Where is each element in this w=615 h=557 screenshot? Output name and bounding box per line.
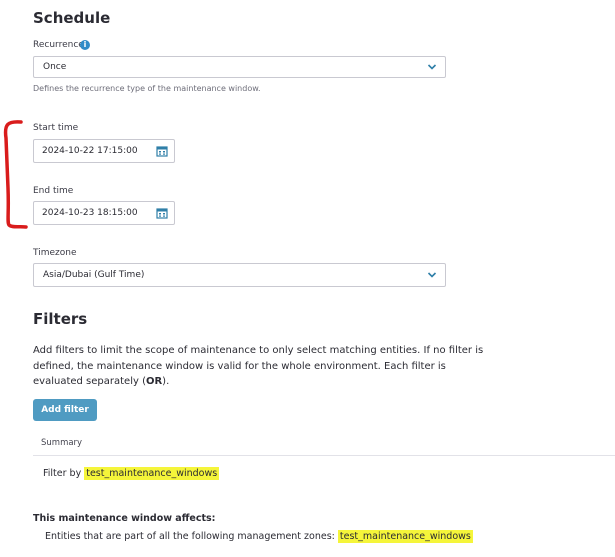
end-time-value: 2024-10-23 18:15:00 (42, 208, 138, 218)
timezone-label: Timezone (33, 248, 77, 258)
end-time-label: End time (33, 186, 74, 196)
affects-prefix: Entities that are part of all the follow… (45, 531, 338, 542)
filters-description-line: defined, the maintenance window is valid… (33, 360, 446, 372)
add-filter-button[interactable]: Add filter (33, 399, 97, 421)
affects-heading: This maintenance window affects: (33, 513, 216, 524)
chevron-down-icon (427, 272, 437, 278)
affects-text: Entities that are part of all the follow… (45, 530, 473, 543)
recurrence-label: Recurrence (33, 40, 84, 50)
start-time-field[interactable]: 2024-10-22 17:15:00 (33, 139, 175, 163)
recurrence-value: Once (43, 62, 67, 72)
timezone-select[interactable]: Asia/Dubai (Gulf Time) (33, 263, 446, 287)
recurrence-hint: Defines the recurrence type of the maint… (33, 84, 261, 93)
filters-description-line: Add filters to limit the scope of mainte… (33, 345, 484, 356)
schedule-heading: Schedule (33, 9, 111, 27)
table-row[interactable]: Filter by test_maintenance_windows (43, 467, 220, 480)
filter-row-value: test_maintenance_windows (84, 467, 220, 480)
filter-row-prefix: Filter by (43, 468, 85, 479)
summary-column-header: Summary (41, 438, 83, 448)
calendar-icon[interactable] (156, 145, 168, 157)
filters-description-line: evaluated separately (OR). (33, 376, 170, 387)
calendar-icon[interactable] (156, 207, 168, 219)
end-time-field[interactable]: 2024-10-23 18:15:00 (33, 201, 175, 225)
start-time-value: 2024-10-22 17:15:00 (42, 146, 138, 156)
management-zone-value: test_maintenance_windows (337, 530, 473, 543)
start-time-label: Start time (33, 123, 79, 133)
chevron-down-icon (427, 64, 437, 70)
table-divider (33, 455, 615, 456)
info-icon[interactable]: i (80, 40, 90, 50)
filters-description: Add filters to limit the scope of mainte… (33, 343, 613, 390)
filters-heading: Filters (33, 310, 88, 328)
recurrence-select[interactable]: Once (33, 56, 446, 78)
timezone-value: Asia/Dubai (Gulf Time) (43, 270, 145, 280)
annotation-bracket (3, 120, 28, 229)
